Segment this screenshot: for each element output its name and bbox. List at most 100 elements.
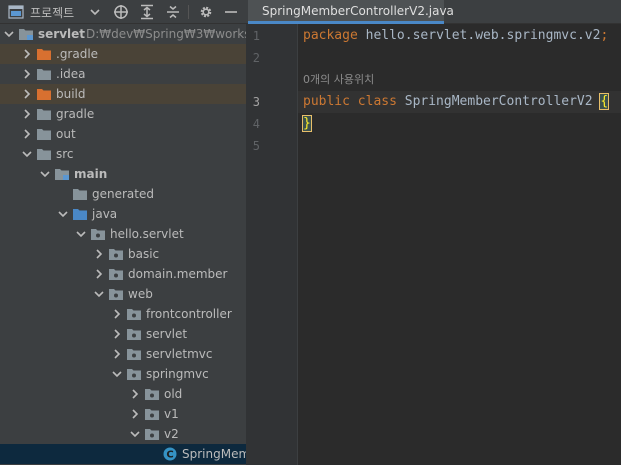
tree-item-label: generated <box>92 187 154 201</box>
tree-item-old[interactable]: old <box>0 384 246 404</box>
chevron-down-icon[interactable] <box>110 367 124 381</box>
module-folder-icon <box>55 169 69 180</box>
chevron-right-icon[interactable] <box>20 67 34 81</box>
code-line-1: package hello.servlet.web.springmvc.v2; <box>303 25 608 47</box>
folder-icon <box>37 109 51 120</box>
view-dropdown-chevron[interactable] <box>89 0 101 24</box>
chevron-right-icon[interactable] <box>110 327 124 341</box>
package-name: hello.servlet.web.springmvc.v2 <box>357 28 601 43</box>
tree-item-web[interactable]: web <box>0 284 246 304</box>
folder-icon <box>37 149 51 160</box>
tree-item--idea[interactable]: .idea <box>0 64 246 84</box>
tree-item-gradle[interactable]: gradle <box>0 104 246 124</box>
settings-button[interactable] <box>198 0 214 24</box>
chevron-down-icon[interactable] <box>128 427 142 441</box>
tab-springmembercontrollerv2[interactable]: C SpringMemberControllerV2.java <box>248 0 454 24</box>
tree-item-label: domain.member <box>128 267 228 281</box>
tree-item-label: gradle <box>56 107 95 121</box>
excluded-folder-icon <box>37 89 51 100</box>
tree-item-label: java <box>92 207 118 221</box>
package-icon <box>91 229 105 240</box>
tree-item-label: .gradle <box>56 47 99 61</box>
tree-item-label: main <box>74 167 108 181</box>
tree-item-label: servletmvc <box>146 347 213 361</box>
package-icon <box>127 329 141 340</box>
chevron-right-icon[interactable] <box>128 387 142 401</box>
tree-item-src[interactable]: src <box>0 144 246 164</box>
chevron-right-icon[interactable] <box>128 407 142 421</box>
chevron-right-icon[interactable] <box>110 347 124 361</box>
chevron-right-icon[interactable] <box>20 127 34 141</box>
code-line-4: } <box>302 113 312 135</box>
chevron-down-icon[interactable] <box>92 287 106 301</box>
tree-item-label: frontcontroller <box>146 307 232 321</box>
tab-title: SpringMemberControllerV2.java <box>262 3 454 18</box>
keyword-public-class: public class <box>303 94 397 109</box>
tree-item-main[interactable]: main <box>0 164 246 184</box>
chevron-down-icon[interactable] <box>74 227 88 241</box>
line-number: 4 <box>252 117 260 131</box>
usage-hint[interactable]: 0개의 사용위치 <box>303 71 374 89</box>
expand-all-button[interactable] <box>139 0 155 24</box>
folder-icon <box>73 189 87 200</box>
tree-item-java[interactable]: java <box>0 204 246 224</box>
tree-item-domain-member[interactable]: domain.member <box>0 264 246 284</box>
tree-item-v1[interactable]: v1 <box>0 404 246 424</box>
line-number: 3 <box>252 95 260 109</box>
chevron-down-icon[interactable] <box>56 207 70 221</box>
java-class-icon: C <box>163 447 177 461</box>
collapse-all-icon <box>167 5 179 19</box>
tree-item-label: springmvc <box>146 367 209 381</box>
collapse-all-button[interactable] <box>165 0 181 24</box>
folder-icon <box>37 129 51 140</box>
tree-item-springmvc[interactable]: springmvc <box>0 364 246 384</box>
tree-item--gradle[interactable]: .gradle <box>0 44 246 64</box>
tree-item-label: .idea <box>56 67 86 81</box>
tree-item-label: src <box>56 147 74 161</box>
source-folder-icon <box>73 209 87 220</box>
tree-item-label: hello.servlet <box>110 227 184 241</box>
tree-item-label: old <box>164 387 183 401</box>
chevron-right-icon[interactable] <box>110 307 124 321</box>
package-icon <box>127 369 141 380</box>
close-brace: } <box>302 115 312 132</box>
chevron-right-icon[interactable] <box>20 87 34 101</box>
code-editor[interactable]: package hello.servlet.web.springmvc.v2; … <box>298 24 621 465</box>
project-panel: 프로젝트 servlet D:₩dev₩Spring₩3₩work .gradl… <box>0 0 246 465</box>
tree-item-servletmvc[interactable]: servletmvc <box>0 344 246 364</box>
line-number: 2 <box>252 51 260 65</box>
chevron-right-icon[interactable] <box>20 107 34 121</box>
tree-item-label: servlet <box>38 27 86 41</box>
tree-item-label: v1 <box>164 407 179 421</box>
tree-item-label: SpringMemb <box>182 447 246 461</box>
chevron-right-icon[interactable] <box>20 47 34 61</box>
tree-item-v2[interactable]: v2 <box>0 424 246 444</box>
chevron-down-icon[interactable] <box>20 147 34 161</box>
tree-item-frontcontroller[interactable]: frontcontroller <box>0 304 246 324</box>
chevron-down-icon[interactable] <box>38 167 52 181</box>
toolbar-divider <box>188 5 189 19</box>
editor-tab-bar: C SpringMemberControllerV2.java <box>246 0 621 24</box>
tree-item-springmemb[interactable]: C SpringMemb <box>0 444 246 464</box>
code-line-3: public class SpringMemberControllerV2 { <box>303 91 610 113</box>
project-toolbar: 프로젝트 <box>0 0 246 24</box>
tree-item-servlet[interactable]: servletD:₩dev₩Spring₩3₩workspace <box>0 24 246 44</box>
package-icon <box>145 389 159 400</box>
chevron-right-icon[interactable] <box>92 267 106 281</box>
chevron-right-icon[interactable] <box>92 247 106 261</box>
project-view-selector[interactable]: 프로젝트 <box>8 0 74 24</box>
chevron-down-icon <box>90 9 100 16</box>
tree-item-basic[interactable]: basic <box>0 244 246 264</box>
chevron-down-icon[interactable] <box>2 27 16 41</box>
locate-file-button[interactable] <box>113 0 129 24</box>
tree-item-label: basic <box>128 247 160 261</box>
tree-item-out[interactable]: out <box>0 124 246 144</box>
tree-item-servlet[interactable]: servlet <box>0 324 246 344</box>
tree-item-generated[interactable]: generated <box>0 184 246 204</box>
hide-panel-button[interactable] <box>224 0 238 24</box>
project-view-label: 프로젝트 <box>30 5 75 20</box>
tree-item-build[interactable]: build <box>0 84 246 104</box>
tree-item-hello-servlet[interactable]: hello.servlet <box>0 224 246 244</box>
package-icon <box>127 309 141 320</box>
gear-icon <box>200 6 212 18</box>
